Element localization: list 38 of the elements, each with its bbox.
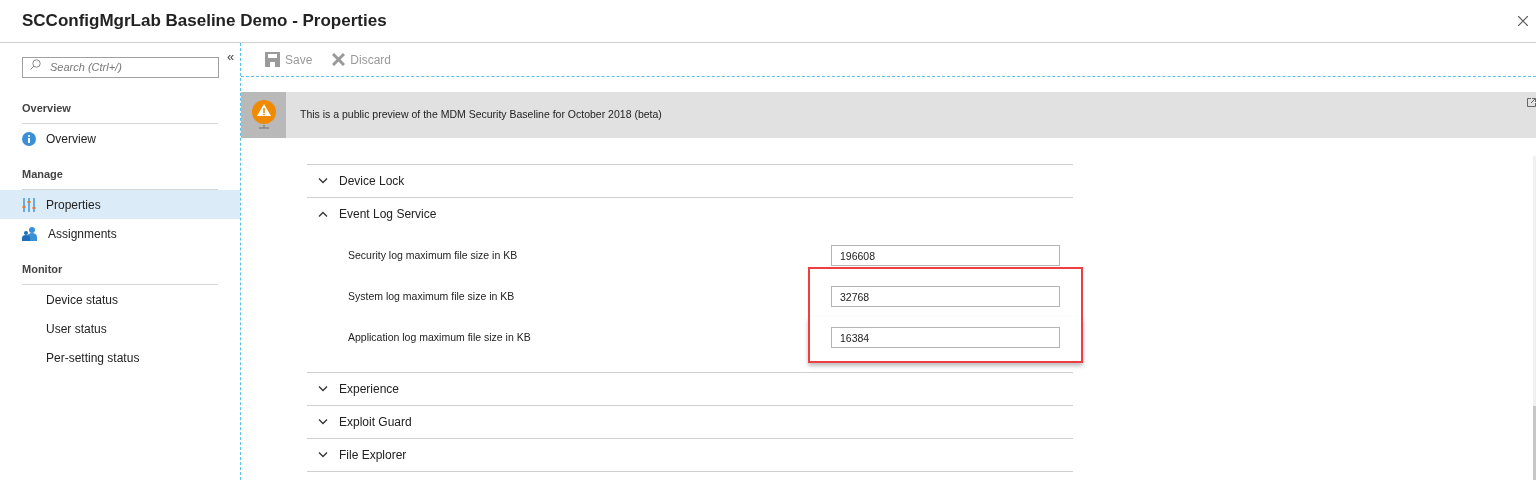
search-field[interactable]: Search (Ctrl+/) [22, 56, 219, 78]
banner-text: This is a public preview of the MDM Security Baseline for October 2018 (beta) [300, 107, 662, 123]
close-icon [332, 53, 346, 66]
group-heading: Monitor [22, 263, 63, 275]
chevron-down-icon [318, 386, 328, 392]
section-header[interactable]: Event Log Service [307, 198, 1073, 230]
sliders-icon [22, 197, 36, 212]
collapse-button[interactable]: « [227, 50, 235, 63]
setting-label: Security log maximum file size in KB [348, 247, 519, 263]
setting-field[interactable]: 16384 [831, 327, 1060, 348]
chevron-down-icon [318, 178, 328, 184]
info-icon [22, 131, 36, 146]
setting-label: Application log maximum file size in KB [348, 329, 532, 345]
section-header[interactable]: Device Lock [307, 165, 1073, 197]
window-title: SCConfigMgrLab Baseline Demo - Properties [22, 10, 387, 33]
setting-field[interactable]: 32768 [831, 286, 1060, 307]
chevron-down-icon [318, 419, 328, 425]
setting-label: System log maximum file size in KB [348, 288, 516, 304]
close-icon[interactable] [1518, 16, 1528, 26]
setting-field[interactable]: 196608 [831, 245, 1060, 266]
external-link-icon[interactable] [1527, 98, 1536, 107]
group-heading: Manage [22, 168, 63, 180]
people-icon [22, 226, 38, 241]
search-icon [30, 59, 41, 70]
section-header[interactable]: Experience [307, 373, 1073, 405]
nav-item[interactable]: Properties [0, 190, 240, 219]
nav-item[interactable]: Device status [0, 285, 240, 314]
nav-item[interactable]: Per-setting status [0, 343, 240, 372]
nav-item[interactable]: Assignments [0, 219, 240, 248]
chevron-down-icon [318, 452, 328, 458]
nav-item[interactable]: Overview [0, 124, 240, 153]
warning-icon [250, 100, 277, 130]
nav-item[interactable]: User status [0, 314, 240, 343]
section-header[interactable]: Exploit Guard [307, 406, 1073, 438]
section-header[interactable]: File Explorer [307, 439, 1073, 471]
chevron-up-icon [318, 211, 328, 217]
save-icon [265, 52, 280, 67]
group-heading: Overview [22, 102, 71, 114]
